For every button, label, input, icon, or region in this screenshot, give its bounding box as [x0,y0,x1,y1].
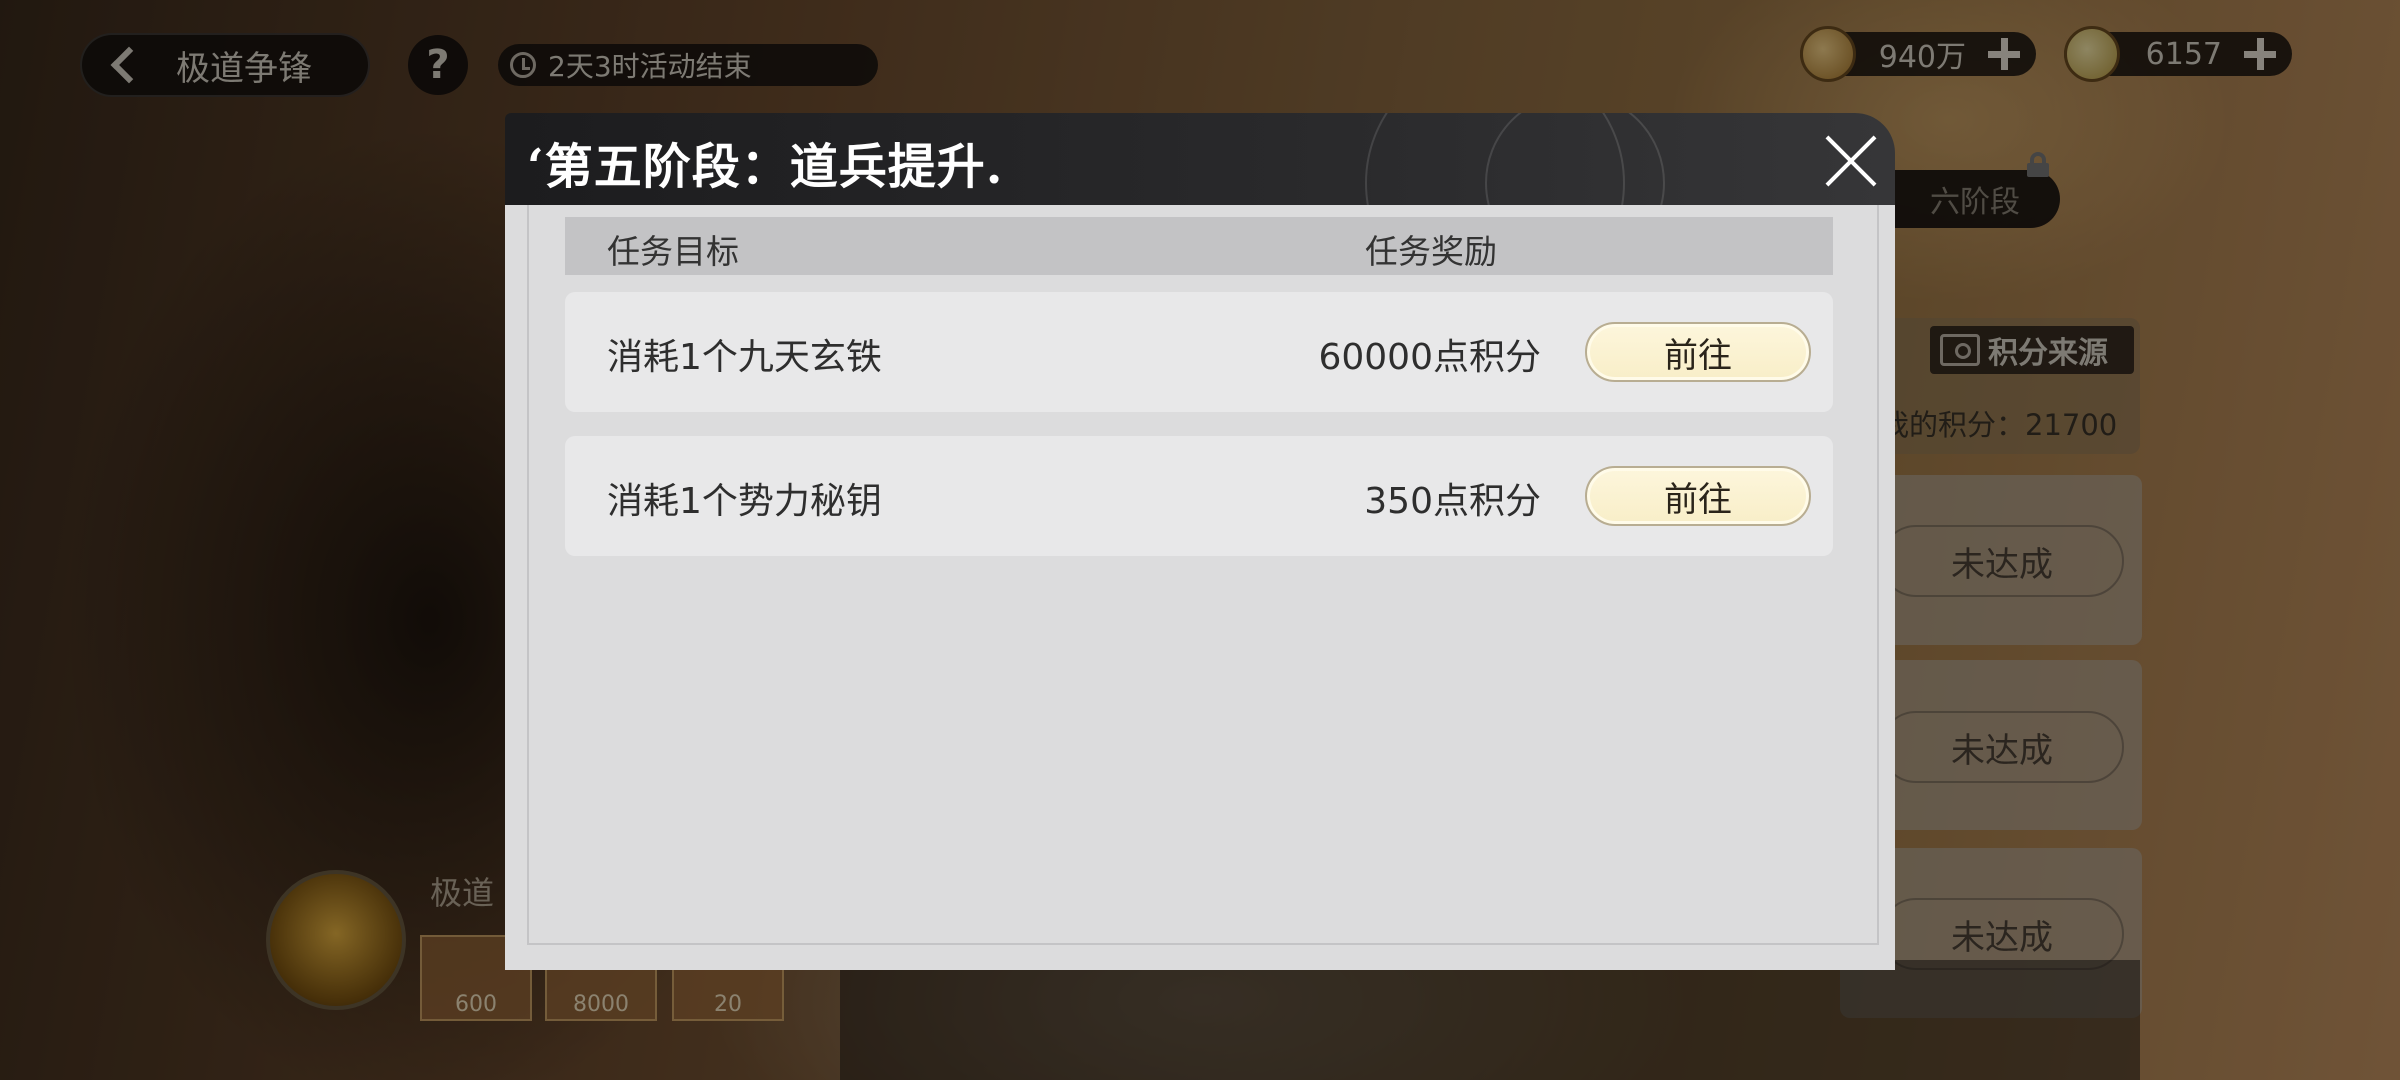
modal-body: 任务目标 任务奖励 消耗1个九天玄铁 60000点积分 前往 消耗1个势力秘钥 … [505,205,1895,970]
table-row: 消耗1个九天玄铁 60000点积分 前往 [565,292,1833,412]
task-modal: ‘第五阶段：道兵提升. 任务目标 任务奖励 消耗1个九天玄铁 60000点积分 … [505,113,1895,970]
table-row: 消耗1个势力秘钥 350点积分 前往 [565,436,1833,556]
goto-label: 前往 [1664,335,1732,376]
header-goal: 任务目标 [607,232,739,271]
table-header: 任务目标 任务奖励 [565,217,1833,275]
modal-header: ‘第五阶段：道兵提升. [505,113,1895,205]
task-goal: 消耗1个势力秘钥 [607,481,882,522]
header-reward: 任务奖励 [1365,232,1497,271]
task-goal: 消耗1个九天玄铁 [607,337,882,378]
goto-button[interactable]: 前往 [1585,322,1811,382]
goto-label: 前往 [1664,479,1732,520]
modal-title: ‘第五阶段：道兵提升. [527,139,1004,195]
close-icon[interactable] [1825,135,1877,187]
goto-button[interactable]: 前往 [1585,466,1811,526]
task-reward: 60000点积分 [1318,337,1541,378]
header-ornament [1485,113,1665,205]
task-reward: 350点积分 [1364,481,1541,522]
